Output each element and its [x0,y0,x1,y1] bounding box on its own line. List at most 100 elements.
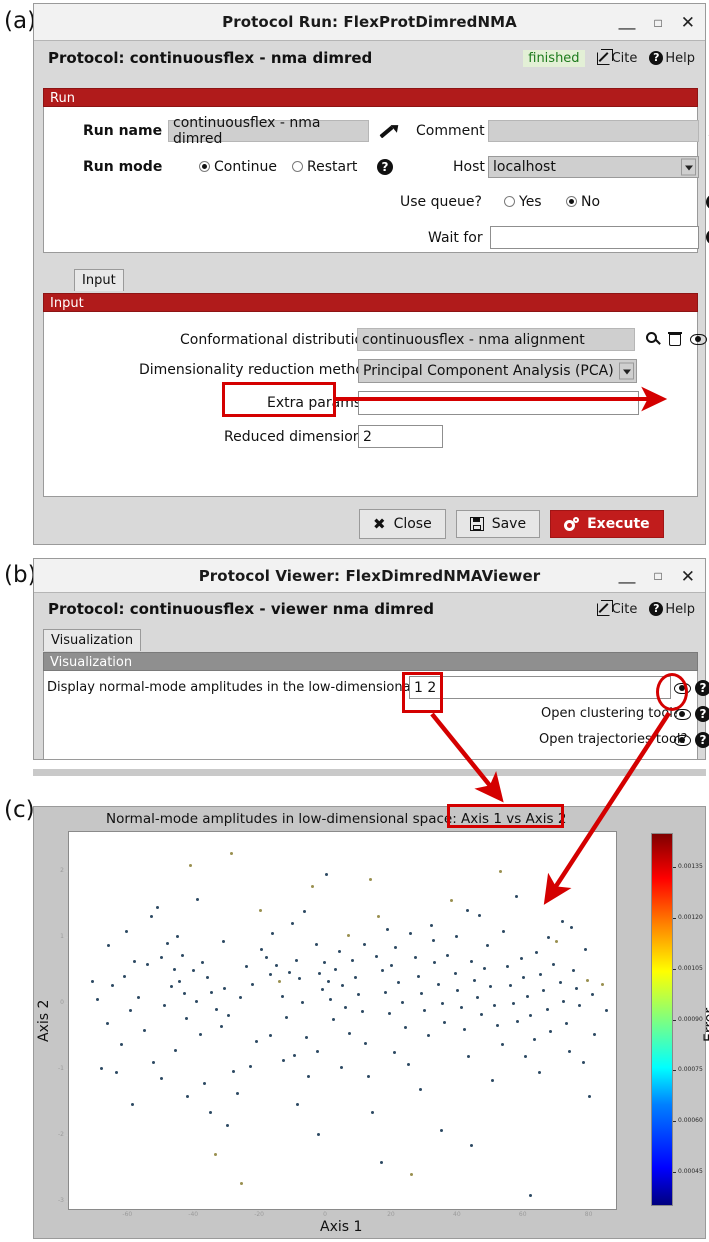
colorbar-tick-mark [673,968,676,970]
search-icon[interactable] [646,332,661,347]
scatter-point [431,938,435,942]
viewer-cite-button[interactable]: Cite [596,602,637,617]
scatter-point [565,1022,569,1026]
help-button[interactable]: ? Help [649,51,695,66]
viewer-close-icon[interactable]: ✕ [681,568,695,585]
annotation-box-display-input [402,672,443,713]
minimize-icon[interactable]: — [619,19,636,36]
scatter-point [259,948,263,952]
run-mode-continue-radio[interactable] [199,161,210,172]
external-link-icon [596,51,610,65]
reduced-dimension-input[interactable]: 2 [358,425,443,448]
trash-icon[interactable] [668,332,682,346]
scatter-point [423,1009,427,1013]
host-select[interactable]: localhost [488,156,699,178]
tab-input[interactable]: Input [74,269,124,291]
dimred-method-select[interactable]: Principal Component Analysis (PCA) [358,359,637,383]
close-button[interactable]: ✖ Close [359,509,446,539]
x-tick-label: -40 [188,1211,199,1218]
cite-button[interactable]: Cite [596,51,637,66]
external-link-icon-viewer [596,602,610,616]
open-trajectories-tool-eye-icon[interactable] [674,735,691,746]
scatter-point [555,940,559,944]
scatter-point [156,905,160,909]
viewer-maximize-icon[interactable]: □ [655,570,662,582]
y-tick-mark [65,1201,68,1203]
conformational-distribution-label: Conformational distribution [180,332,372,348]
scatter-point [406,1063,410,1067]
run-mode-restart-radio[interactable] [292,161,303,172]
scatter-point [374,954,378,958]
run-mode-restart-label[interactable]: Restart [307,159,357,175]
run-mode-continue-label[interactable]: Continue [214,159,277,175]
gears-icon [564,516,580,532]
scatter-plot-area[interactable] [68,831,617,1210]
execute-button[interactable]: Execute [550,510,664,538]
scatter-point [131,1102,135,1106]
comment-input[interactable] [488,120,699,142]
scatter-point [110,983,114,987]
display-amplitudes-help-icon[interactable]: ? [695,680,709,696]
run-mode-help-icon[interactable]: ? [377,159,393,175]
close-icon[interactable]: ✕ [681,14,695,31]
open-clustering-tool-eye-icon[interactable] [674,709,691,720]
open-trajectories-tool-label: Open trajectories tool? [539,732,688,747]
scatter-point [528,1194,532,1198]
scatter-point [455,935,458,938]
viewer-minimize-icon[interactable]: — [619,573,636,590]
scatter-point [311,884,315,888]
maximize-icon[interactable]: □ [655,17,662,29]
colorbar-tick-label: 0.00120 [678,913,703,921]
scatter-point [225,1124,229,1128]
chevron-down-icon[interactable] [681,158,696,176]
scatter-point [377,915,381,919]
scatter-point [323,961,327,965]
panel-label-a: (a) [4,8,37,34]
scatter-point [255,1039,259,1043]
colorbar-tick-mark [673,866,676,868]
scatter-point [192,969,196,973]
eye-icon[interactable] [690,334,707,345]
scatter-point [238,995,242,999]
display-amplitudes-input[interactable]: 1 2 [409,676,671,699]
scatter-point [223,986,227,990]
conformational-distribution-input[interactable]: continuousflex - nma alignment [357,328,635,351]
scatter-point [203,1081,207,1085]
scatter-point [151,1060,155,1064]
question-mark-icon: ? [649,51,664,65]
save-button[interactable]: Save [455,510,541,538]
use-queue-no-radio[interactable] [566,196,577,207]
use-queue-no-label[interactable]: No [581,194,600,210]
annotation-box-extra-params [222,382,336,417]
colorbar-tick-label: 0.00105 [678,964,703,972]
use-queue-yes-radio[interactable] [504,196,515,207]
chevron-down-icon-dimred[interactable] [619,362,634,380]
scatter-point [570,925,574,929]
scatter-point [320,987,324,991]
x-tick-label: 20 [387,1211,395,1218]
open-trajectories-tool-help-icon[interactable]: ? [695,732,709,748]
viewer-help-button[interactable]: ? Help [649,602,695,617]
extra-params-input[interactable] [358,391,639,415]
scatter-point [379,1161,383,1165]
scatter-point [317,972,321,976]
scatter-point [159,1076,163,1080]
scatter-point [456,989,460,993]
scatter-point [346,933,350,937]
scatter-point [393,1051,397,1055]
scatter-point [362,942,366,946]
scatter-point [329,998,333,1002]
run-name-edit-icon[interactable] [378,122,395,139]
tab-visualization[interactable]: Visualization [43,629,142,651]
open-clustering-tool-help-icon[interactable]: ? [695,706,709,722]
save-button-label: Save [491,516,527,532]
scatter-point [548,1030,552,1034]
run-name-input[interactable]: continuousflex - nma dimred [168,115,369,147]
scatter-point [294,958,298,962]
scatter-point [584,948,588,952]
use-queue-yes-label[interactable]: Yes [519,194,542,210]
scatter-point [524,1055,528,1059]
wait-for-input[interactable] [490,226,699,249]
close-button-label: Close [393,516,432,532]
scatter-point [90,979,94,983]
